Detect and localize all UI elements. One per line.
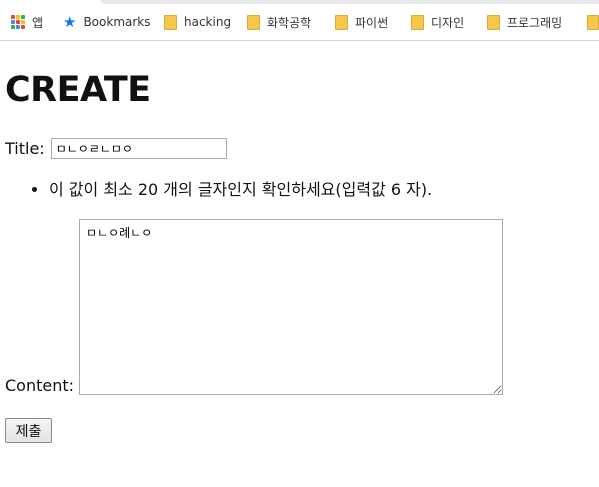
bookmark-apps[interactable]: 앱 [11,13,43,31]
bookmark-folder-design[interactable]: 디자인 [411,13,464,31]
bookmark-label: 프로그래밍 [507,15,563,30]
bookmark-folder-chemical-eng[interactable]: 화학공학 [247,13,311,31]
folder-icon [164,14,177,30]
submit-button[interactable]: 제출 [5,418,52,443]
bookmarks-bar: 앱 ★ Bookmarks hacking 화학공학 파이썬 디자인 프로그래밍 [0,0,599,41]
bookmark-folder-programming[interactable]: 프로그래밍 [487,13,562,31]
validation-hints: 이 값이 최소 20 개의 글자인지 확인하세요(입력값 6 자). [5,178,432,202]
bookmark-label: hacking [184,15,232,29]
title-row: Title: [5,138,227,159]
folder-icon [487,14,500,30]
folder-icon [335,14,348,30]
bookmark-folder-hacking[interactable]: hacking [164,13,231,31]
apps-grid-icon [11,15,25,29]
page-title: CREATE [5,70,151,110]
content-label: Content: [5,376,75,395]
bookmark-label: 앱 [32,15,44,30]
content-row: Content: ㅁㄴㅇ례ㄴㅇ [5,219,504,395]
bookmark-folder-python[interactable]: 파이썬 [335,13,388,31]
bookmark-label: 파이썬 [355,15,389,30]
folder-icon [411,14,424,30]
bookmark-label: 화학공학 [267,15,312,30]
title-label: Title: [5,139,45,158]
validation-message: 이 값이 최소 20 개의 글자인지 확인하세요(입력값 6 자). [49,178,432,202]
bookmark-label: Bookmarks [83,15,151,29]
folder-icon [587,14,599,30]
tab-strip-edge [100,0,599,4]
bookmark-label: 디자인 [431,15,465,30]
title-input[interactable] [50,138,227,159]
star-icon: ★ [63,12,77,31]
content-textarea[interactable]: ㅁㄴㅇ례ㄴㅇ [79,219,504,395]
folder-icon [247,14,260,30]
bookmark-folder-overflow[interactable] [587,13,599,31]
bookmark-bookmarks[interactable]: ★ Bookmarks [63,13,151,31]
